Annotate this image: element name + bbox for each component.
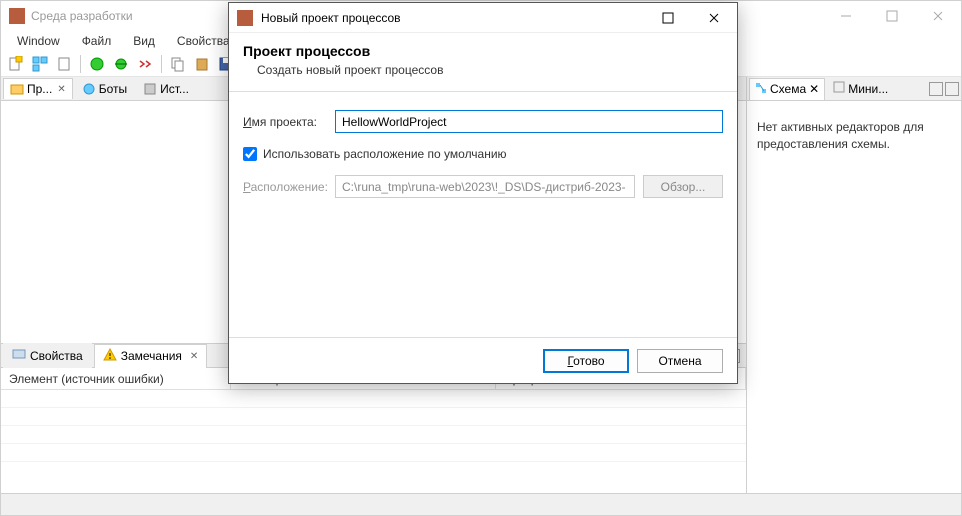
tab-sources[interactable]: Ист... [136,78,196,100]
tab-problems[interactable]: Замечания ✕ [94,344,208,368]
statusbar [1,493,961,515]
close-icon[interactable]: ✕ [57,84,65,95]
right-pane: Схема ✕ Мини... Нет активных редакторов … [746,77,961,493]
project-name-label: Имя проекта: [243,115,335,129]
tab-label: Пр... [27,82,52,96]
minimize-button[interactable] [823,1,869,31]
close-icon[interactable]: ✕ [809,82,819,96]
no-editor-message: Нет активных редакторов для предоставлен… [757,120,924,151]
project-name-row: Имя проекта: [243,110,723,133]
tab-label: Замечания [121,349,182,363]
tab-projects[interactable]: Пр... ✕ [3,78,73,99]
tb-paste-icon[interactable] [191,53,213,75]
projects-icon [10,82,24,96]
menu-window[interactable]: Window [7,32,70,50]
tab-minimap[interactable]: Мини... [827,77,894,100]
table-row [1,390,746,408]
project-name-input[interactable] [335,110,723,133]
window-buttons [823,1,961,31]
right-body: Нет активных редакторов для предоставлен… [747,101,961,493]
tab-schema[interactable]: Схема ✕ [749,78,825,100]
menu-view[interactable]: Вид [123,32,165,50]
use-default-label: Использовать расположение по умолчанию [263,147,507,161]
warning-icon [103,348,117,365]
dialog-window-buttons [645,3,737,33]
tb-arrows-icon[interactable] [134,53,156,75]
menu-file[interactable]: Файл [72,32,122,50]
schema-icon [755,82,767,97]
table-body [1,390,746,493]
tab-label: Мини... [848,82,888,96]
properties-icon [12,347,26,364]
location-input [335,175,635,198]
tb-layout-icon[interactable] [29,53,51,75]
tab-label: Ист... [160,82,189,96]
dialog-header: Проект процессов Создать новый проект пр… [229,33,737,92]
right-pane-controls [929,82,959,96]
table-row [1,444,746,462]
use-default-row: Использовать расположение по умолчанию [243,147,723,161]
tb-copy-icon[interactable] [167,53,189,75]
tab-label: Схема [770,82,806,96]
dialog-close-button[interactable] [691,3,737,33]
maximize-pane-icon[interactable] [945,82,959,96]
toolbar-separator [161,55,162,73]
browse-button: Обзор... [643,175,723,198]
minimize-pane-icon[interactable] [929,82,943,96]
app-icon [9,8,25,24]
table-row [1,426,746,444]
tb-run-icon[interactable] [86,53,108,75]
close-icon [706,10,722,26]
maximize-icon [884,8,900,24]
finish-button[interactable]: Готово [543,349,629,373]
close-icon[interactable]: ✕ [190,351,198,362]
location-label: Расположение: [243,180,335,194]
col-element[interactable]: Элемент (источник ошибки) [1,368,231,389]
location-row: Расположение: Обзор... [243,175,723,198]
tab-properties[interactable]: Свойства [3,343,92,368]
cancel-button[interactable]: Отмена [637,349,723,373]
app-icon [237,10,253,26]
dialog-heading: Проект процессов [243,43,723,59]
sources-icon [143,82,157,96]
toolbar-separator [80,55,81,73]
dialog-title: Новый проект процессов [261,11,645,25]
dialog-subheading: Создать новый проект процессов [243,63,723,77]
tab-bots[interactable]: Боты [75,78,134,100]
table-row [1,408,746,426]
dialog-titlebar: Новый проект процессов [229,3,737,33]
tab-label: Боты [99,82,127,96]
new-project-dialog: Новый проект процессов Проект процессов … [228,2,738,384]
dialog-maximize-button[interactable] [645,3,691,33]
close-button[interactable] [915,1,961,31]
minimap-icon [833,81,845,96]
maximize-icon [660,10,676,26]
dialog-footer: Готово Отмена [229,337,737,383]
tb-new-icon[interactable] [5,53,27,75]
tb-bug-icon[interactable] [110,53,132,75]
tb-file-icon[interactable] [53,53,75,75]
minimize-icon [838,8,854,24]
close-icon [930,8,946,24]
right-tabs: Схема ✕ Мини... [747,77,961,101]
bots-icon [82,82,96,96]
use-default-checkbox[interactable] [243,147,257,161]
maximize-button[interactable] [869,1,915,31]
dialog-body: Имя проекта: Использовать расположение п… [229,92,737,337]
tab-label: Свойства [30,349,83,363]
